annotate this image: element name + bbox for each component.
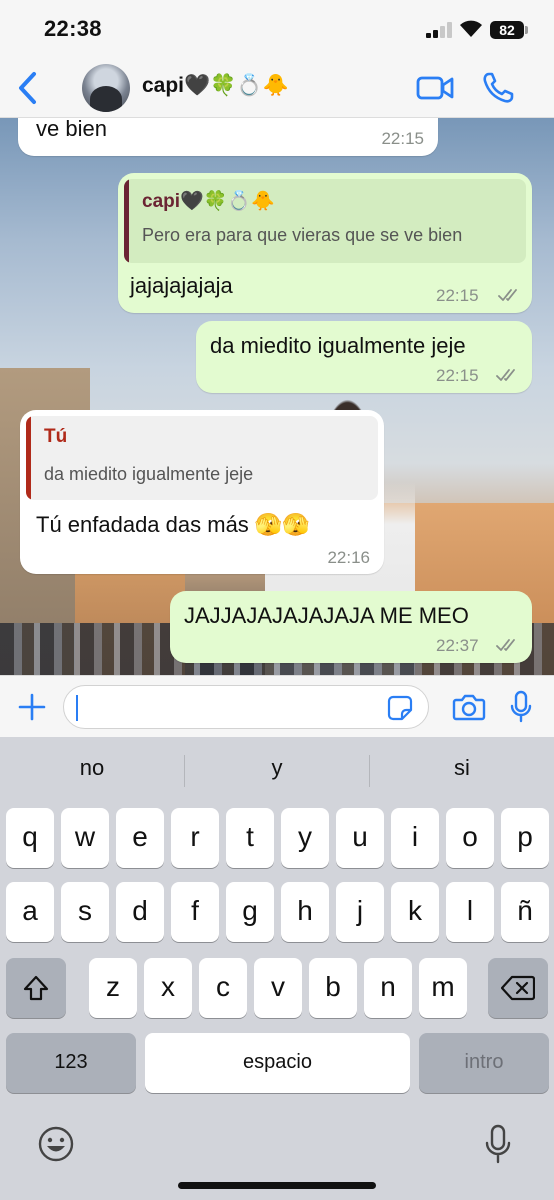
message-input[interactable]: [63, 685, 429, 729]
key[interactable]: e: [116, 808, 164, 868]
read-ticks-icon: [496, 369, 515, 381]
key[interactable]: j: [336, 882, 384, 942]
numbers-key[interactable]: 123: [6, 1033, 136, 1093]
message-bubble-outgoing[interactable]: capi🖤🍀💍🐥 Pero era para que vieras que se…: [118, 173, 532, 313]
phone-icon[interactable]: [481, 71, 515, 105]
key[interactable]: p: [501, 808, 549, 868]
backspace-icon: [500, 975, 536, 1001]
home-indicator: [178, 1182, 376, 1189]
key[interactable]: t: [226, 808, 274, 868]
return-key[interactable]: intro: [419, 1033, 549, 1093]
key[interactable]: f: [171, 882, 219, 942]
message-bubble-incoming[interactable]: Tú da miedito igualmente jeje Tú enfadad…: [20, 410, 384, 574]
quote-text: Pero era para que vieras que se ve bien: [142, 225, 463, 245]
message-text: Tú enfadada das más 🫣🫣: [36, 512, 310, 537]
quoted-message[interactable]: capi🖤🍀💍🐥 Pero era para que vieras que se…: [124, 179, 526, 263]
status-time: 22:38: [44, 16, 102, 41]
key[interactable]: w: [61, 808, 109, 868]
key[interactable]: c: [199, 958, 247, 1018]
message-time: 22:15: [436, 286, 479, 305]
battery-cap: [525, 26, 528, 34]
message-bubble-outgoing[interactable]: da miedito igualmente jeje 22:15: [196, 321, 532, 393]
suggestion-item[interactable]: no: [0, 755, 184, 781]
video-call-icon[interactable]: [416, 74, 454, 102]
suggestion-item[interactable]: y: [185, 755, 369, 781]
key[interactable]: r: [171, 808, 219, 868]
dictation-mic-icon[interactable]: [484, 1124, 512, 1164]
shift-key[interactable]: [6, 958, 66, 1018]
key[interactable]: l: [446, 882, 494, 942]
quote-author: capi🖤🍀💍🐥: [142, 191, 275, 212]
suggestion-bar: no y si: [0, 737, 554, 803]
quote-text: da miedito igualmente jeje: [44, 464, 254, 484]
plus-icon[interactable]: [18, 693, 46, 721]
key[interactable]: v: [254, 958, 302, 1018]
space-key[interactable]: espacio: [145, 1033, 410, 1093]
contact-avatar[interactable]: [82, 64, 130, 112]
message-bubble-incoming[interactable]: ve bien 22:15: [18, 118, 438, 156]
quoted-message[interactable]: Tú da miedito igualmente jeje: [26, 416, 378, 500]
message-text: da miedito igualmente jeje: [210, 333, 466, 358]
quote-bar: [26, 416, 31, 500]
key[interactable]: x: [144, 958, 192, 1018]
quote-author: Tú: [44, 426, 68, 447]
message-time: 22:15: [381, 129, 424, 148]
key[interactable]: h: [281, 882, 329, 942]
message-time: 22:37: [436, 636, 479, 655]
key[interactable]: k: [391, 882, 439, 942]
chat-header: capi🖤🍀💍🐥: [0, 58, 554, 118]
message-text: ve bien: [36, 118, 107, 141]
key[interactable]: ñ: [501, 882, 549, 942]
text-caret: [76, 695, 78, 721]
backspace-key[interactable]: [488, 958, 548, 1018]
camera-icon[interactable]: [452, 693, 486, 721]
contact-name[interactable]: capi🖤🍀💍🐥: [142, 74, 289, 98]
battery-icon: 82: [490, 21, 524, 39]
read-ticks-icon: [498, 289, 517, 301]
key[interactable]: m: [419, 958, 467, 1018]
key[interactable]: i: [391, 808, 439, 868]
key[interactable]: d: [116, 882, 164, 942]
wifi-icon: [460, 20, 482, 37]
status-bar: 22:38 82: [0, 0, 554, 58]
sticker-icon[interactable]: [387, 695, 413, 721]
key[interactable]: z: [89, 958, 137, 1018]
key[interactable]: y: [281, 808, 329, 868]
key[interactable]: s: [61, 882, 109, 942]
key[interactable]: o: [446, 808, 494, 868]
emoji-icon[interactable]: [38, 1126, 74, 1162]
chat-area[interactable]: ve bien 22:15 capi🖤🍀💍🐥 Pero era para que…: [0, 118, 554, 675]
suggestion-item[interactable]: si: [370, 755, 554, 781]
message-time: 22:16: [327, 548, 370, 567]
quote-bar: [124, 179, 129, 263]
message-bubble-outgoing[interactable]: JAJJAJAJAJAJAJA ME MEO 22:37: [170, 591, 532, 663]
key[interactable]: a: [6, 882, 54, 942]
read-ticks-icon: [496, 639, 515, 651]
message-text: JAJJAJAJAJAJAJA ME MEO: [184, 603, 469, 628]
key[interactable]: g: [226, 882, 274, 942]
keyboard: no y si q w e r t y u i o p a s d f g h …: [0, 737, 554, 1200]
message-text: jajajajajaja: [130, 273, 233, 298]
shift-icon: [23, 975, 49, 1001]
message-time: 22:15: [436, 366, 479, 385]
signal-icon: [426, 22, 454, 38]
key[interactable]: q: [6, 808, 54, 868]
key[interactable]: b: [309, 958, 357, 1018]
mic-icon[interactable]: [509, 690, 533, 724]
key[interactable]: u: [336, 808, 384, 868]
back-chevron-icon[interactable]: [14, 70, 44, 106]
message-input-bar: [0, 675, 554, 737]
key[interactable]: n: [364, 958, 412, 1018]
